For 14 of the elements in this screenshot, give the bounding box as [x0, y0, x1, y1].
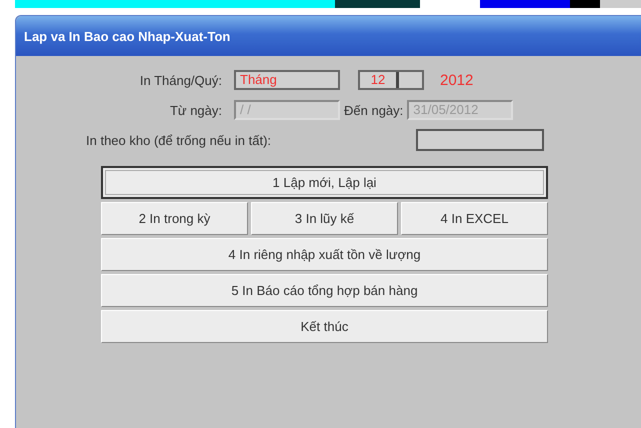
menu-button[interactable]: 2 In trong kỳ: [101, 202, 248, 235]
menu-button[interactable]: Kết thúc: [101, 310, 548, 343]
period-label: In Tháng/Quý:: [138, 72, 223, 88]
menu-button[interactable]: 1 Lập mới, Lập lại: [101, 166, 548, 199]
window-title: Lap va In Bao cao Nhap-Xuat-Ton: [24, 28, 230, 44]
to-date-label: Đến ngày:: [343, 102, 404, 118]
menu-button[interactable]: 3 In lũy kế: [251, 202, 398, 235]
from-date-label: Từ ngày:: [168, 102, 223, 118]
warehouse-field[interactable]: [416, 129, 544, 151]
menu-button[interactable]: 5 In Báo cáo tổng hợp bán hàng: [101, 274, 548, 307]
warehouse-label: In theo kho (để trống nếu in tất):: [86, 132, 272, 148]
menu-button[interactable]: 4 In EXCEL: [401, 202, 548, 235]
menu-button[interactable]: 4 In riêng nhập xuất tồn về lượng: [101, 238, 548, 271]
year-text: 2012: [440, 72, 474, 88]
